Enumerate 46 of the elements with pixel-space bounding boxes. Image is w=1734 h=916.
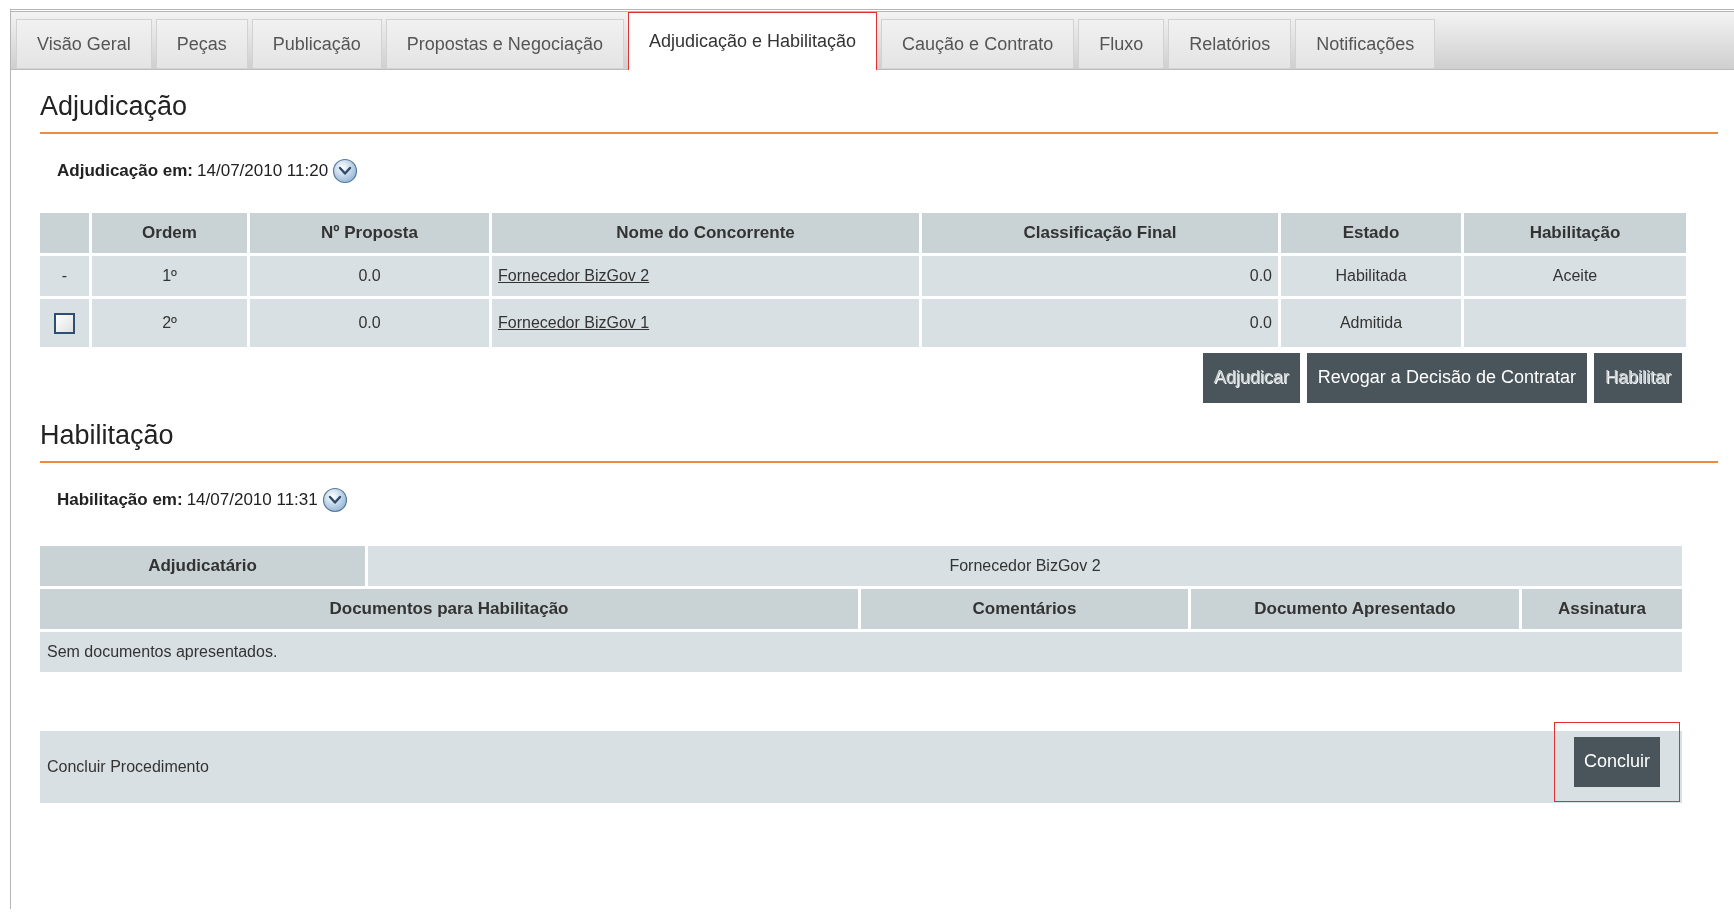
tab[interactable]: Caução e Contrato (881, 19, 1075, 69)
tab[interactable]: Fluxo (1078, 19, 1165, 69)
row-marker: - (61, 266, 68, 284)
competitor-link[interactable]: Fornecedor BizGov 1 (498, 313, 650, 331)
section-heading: Adjudicação (40, 90, 189, 123)
table-cell: Habilitada (1281, 255, 1461, 296)
expand-toggle-icon[interactable] (332, 157, 359, 184)
column-header: Assinatura (1522, 588, 1682, 629)
conclude-button[interactable]: Concluir (1574, 736, 1660, 787)
column-header: Documentos para Habilitação (40, 588, 858, 629)
row-header: Adjudicatário (40, 545, 365, 586)
column-header: Habilitação (1464, 212, 1686, 253)
tab[interactable]: Visão Geral (16, 19, 152, 69)
date-label: Habilitação em: (57, 488, 183, 511)
column-header: Estado (1281, 212, 1461, 253)
date-value: 14/07/2010 11:20 (197, 160, 329, 182)
column-header: Nº Proposta (250, 212, 489, 253)
section-heading: Habilitação (40, 418, 175, 452)
tab[interactable]: Adjudicação e Habilitação (627, 12, 878, 70)
table-cell: 0.0 (250, 298, 489, 347)
table-cell: Admitida (1281, 298, 1461, 347)
date-value: 14/07/2010 11:31 (186, 488, 318, 511)
competitor-link[interactable]: Fornecedor BizGov 2 (498, 266, 650, 284)
tab[interactable]: Publicação (251, 19, 382, 69)
column-header: Documento Apresentado (1191, 588, 1519, 629)
tab[interactable]: Relatórios (1168, 19, 1292, 69)
table-cell: Aceite (1464, 255, 1686, 296)
tab[interactable]: Notificações (1295, 19, 1436, 69)
table-cell: Fornecedor BizGov 2 (368, 545, 1682, 586)
empty-message: Sem documentos apresentados. (47, 642, 278, 660)
column-header: Comentários (861, 588, 1188, 629)
action-button[interactable]: Revogar a Decisão de Contratar (1306, 352, 1587, 403)
table-cell: 0.0 (922, 255, 1278, 296)
table-cell: 0.0 (922, 298, 1278, 347)
tab[interactable]: Propostas e Negociação (385, 19, 624, 69)
table-cell: 0.0 (250, 255, 489, 296)
column-header: Ordem (92, 212, 247, 253)
column-header: Classificação Final (922, 212, 1278, 253)
table-cell: 2º (92, 298, 247, 347)
date-label: Adjudicação em: (57, 160, 194, 182)
row-checkbox[interactable] (54, 313, 75, 334)
expand-toggle-icon[interactable] (321, 486, 348, 513)
table-cell: 1º (92, 255, 247, 296)
panel-label: Concluir Procedimento (47, 756, 209, 777)
column-header: Nome do Concorrente (492, 212, 919, 253)
tab[interactable]: Peças (155, 19, 248, 69)
